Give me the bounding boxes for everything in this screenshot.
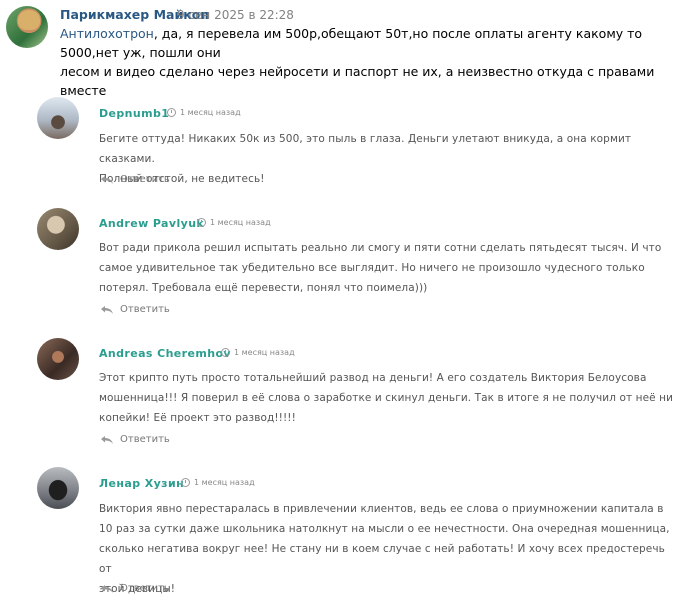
- comment-time-text: 1 месяц назад: [234, 348, 295, 357]
- commenter-name[interactable]: Andreas Cheremhov: [99, 347, 231, 360]
- comment-time: 1 месяц назад: [221, 348, 295, 357]
- commenter-name[interactable]: Depnumb1: [99, 107, 169, 120]
- commenter-avatar[interactable]: [37, 467, 79, 509]
- post: Парикмахер Майкоп 9 сен 2025 в 22:28 Ант…: [0, 0, 688, 98]
- reply-arrow-icon: [101, 175, 113, 184]
- comment-time-text: 1 месяц назад: [210, 218, 271, 227]
- comment-text: Виктория явно перестаралась в привлечени…: [99, 499, 674, 599]
- post-mention-link[interactable]: Антилохотрон: [60, 26, 154, 41]
- clock-icon: [197, 218, 206, 227]
- comment-line: самое удивительное так убедительно все в…: [99, 262, 645, 274]
- post-text: Антилохотрон, да, я перевела им 500р,обе…: [60, 24, 685, 100]
- reply-arrow-icon: [101, 584, 113, 593]
- comment-line: мошенница!!! Я поверил в её слова о зара…: [99, 392, 674, 404]
- commenter-name[interactable]: Andrew Pavlyuk: [99, 217, 204, 230]
- comment-time-text: 1 месяц назад: [180, 108, 241, 117]
- clock-icon: [167, 108, 176, 117]
- post-date[interactable]: 9 сен 2025 в 22:28: [177, 8, 294, 22]
- comment-text: Бегите оттуда! Никаких 50к из 500, это п…: [99, 129, 674, 189]
- comment-line: Вот ради прикола решил испытать реально …: [99, 242, 662, 254]
- comment-line: копейки! Её проект это развод!!!!!: [99, 412, 296, 424]
- reply-button[interactable]: Ответить: [100, 304, 170, 315]
- comment-text: Вот ради прикола решил испытать реально …: [99, 238, 674, 298]
- commenter-avatar[interactable]: [37, 97, 79, 139]
- reply-button[interactable]: Ответить: [100, 434, 170, 445]
- commenter-avatar[interactable]: [37, 208, 79, 250]
- reply-arrow-icon: [101, 305, 113, 314]
- clock-icon: [181, 478, 190, 487]
- comment-line: потерял. Требовала ещё перевести, понял …: [99, 282, 428, 294]
- post-text-line2: лесом и видео сделано через нейросети и …: [60, 64, 655, 98]
- reply-label: Ответить: [120, 583, 170, 594]
- comment-line: Виктория явно перестаралась в привлечени…: [99, 503, 664, 515]
- comment-time: 1 месяц назад: [167, 108, 241, 117]
- clock-icon: [221, 348, 230, 357]
- comment-time-text: 1 месяц назад: [194, 478, 255, 487]
- reply-button[interactable]: Ответить: [100, 583, 170, 594]
- reply-arrow-icon: [101, 435, 113, 444]
- reply-label: Ответить: [120, 174, 170, 185]
- comment-time: 1 месяц назад: [181, 478, 255, 487]
- comment-line: сколько негатива вокруг нее! Не стану ни…: [99, 543, 665, 575]
- comment-text: Этот крипто путь просто тотальнейший раз…: [99, 368, 674, 428]
- commenter-name[interactable]: Ленар Хузин: [99, 477, 184, 490]
- post-author-avatar[interactable]: [6, 6, 48, 48]
- reply-label: Ответить: [120, 304, 170, 315]
- commenter-avatar[interactable]: [37, 338, 79, 380]
- comment-line: Этот крипто путь просто тотальнейший раз…: [99, 372, 647, 384]
- comment-line: 10 раз за сутки даже школьника натолкнут…: [99, 523, 670, 535]
- reply-label: Ответить: [120, 434, 170, 445]
- reply-button[interactable]: Ответить: [100, 174, 170, 185]
- comment-time: 1 месяц назад: [197, 218, 271, 227]
- comment-line: Бегите оттуда! Никаких 50к из 500, это п…: [99, 133, 632, 165]
